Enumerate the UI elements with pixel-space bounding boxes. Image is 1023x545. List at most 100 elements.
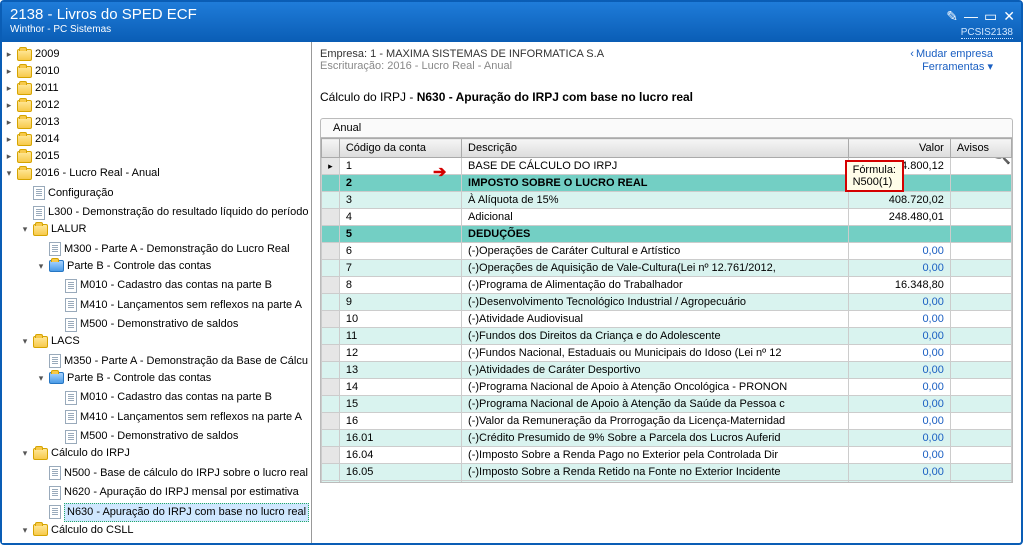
close-icon[interactable]: ✕ xyxy=(1003,8,1015,25)
cell-codigo[interactable]: 13 xyxy=(339,362,461,379)
cell-codigo[interactable]: 7 xyxy=(339,260,461,277)
cell-avisos[interactable] xyxy=(950,294,1011,311)
cell-desc[interactable]: IMPOSTO SOBRE O LUCRO REAL xyxy=(462,175,849,192)
cell-desc[interactable]: (-)Fundos Nacional, Estaduais ou Municip… xyxy=(462,345,849,362)
cell-desc[interactable]: Adicional xyxy=(462,209,849,226)
cell-avisos[interactable] xyxy=(950,396,1011,413)
cell-avisos[interactable] xyxy=(950,260,1011,277)
cell-valor[interactable]: 0,00 xyxy=(849,396,951,413)
cell-avisos[interactable] xyxy=(950,277,1011,294)
cell-desc[interactable]: DEDUÇÕES xyxy=(462,226,849,243)
tree-item[interactable]: M300 - Parte A - Demonstração do Lucro R… xyxy=(36,241,290,258)
cell-avisos[interactable] xyxy=(950,430,1011,447)
tree-item[interactable]: ▾Parte B - Controle das contas xyxy=(36,258,211,275)
tree-item[interactable]: ▸2015 xyxy=(4,148,59,165)
cell-avisos[interactable] xyxy=(950,362,1011,379)
cell-desc[interactable]: À Alíquota de 15% xyxy=(462,192,849,209)
cell-codigo[interactable]: 16 xyxy=(339,413,461,430)
cell-codigo[interactable]: 16.04 xyxy=(339,447,461,464)
cell-codigo[interactable]: 16.05 xyxy=(339,464,461,481)
tree-item[interactable]: N630 - Apuração do IRPJ com base no lucr… xyxy=(36,503,309,522)
maximize-icon[interactable]: ▭ xyxy=(984,8,997,25)
cell-valor[interactable]: 0,00 xyxy=(849,260,951,277)
cell-codigo[interactable]: 11 xyxy=(339,328,461,345)
cell-desc[interactable]: (-)Crédito Presumido de 9% Sobre a Parce… xyxy=(462,430,849,447)
cell-desc[interactable]: (-)Isenção e Redução do Imposto xyxy=(462,481,849,484)
tree-item[interactable]: N650 - Base de cálculo do CSLL – após co… xyxy=(36,541,312,543)
cell-avisos[interactable] xyxy=(950,481,1011,484)
col-valor[interactable]: Valor xyxy=(849,139,951,158)
cell-codigo[interactable]: 12 xyxy=(339,345,461,362)
cell-avisos[interactable] xyxy=(950,345,1011,362)
cell-codigo[interactable]: 8 xyxy=(339,277,461,294)
cell-avisos[interactable] xyxy=(950,226,1011,243)
cell-codigo[interactable]: 14 xyxy=(339,379,461,396)
cell-avisos[interactable] xyxy=(950,328,1011,345)
cell-codigo[interactable]: 16.01 xyxy=(339,430,461,447)
cell-avisos[interactable] xyxy=(950,209,1011,226)
tree-pane[interactable]: ▸2009▸2010▸2011▸2012▸2013▸2014▸2015▾2016… xyxy=(2,42,312,543)
cell-desc[interactable]: (-)Operações de Aquisição de Vale-Cultur… xyxy=(462,260,849,277)
cell-avisos[interactable] xyxy=(950,243,1011,260)
cell-codigo[interactable]: 5 xyxy=(339,226,461,243)
cell-codigo[interactable]: 3 xyxy=(339,192,461,209)
tree-item[interactable]: ▸2010 xyxy=(4,63,59,80)
tools-menu[interactable]: Ferramentas ▾ xyxy=(922,61,993,73)
cell-codigo[interactable]: 10 xyxy=(339,311,461,328)
cell-codigo[interactable]: 4 xyxy=(339,209,461,226)
cell-valor[interactable]: 0,00 xyxy=(849,430,951,447)
tree-item[interactable]: M500 - Demonstrativo de saldos xyxy=(52,428,238,445)
tree-item[interactable]: ▸2009 xyxy=(4,46,59,63)
cell-valor[interactable]: 0,00 xyxy=(849,362,951,379)
grid[interactable]: ➔ Fórmula:N500(1) Código da conta Descri… xyxy=(320,137,1013,483)
cell-valor[interactable]: 0,00 xyxy=(849,379,951,396)
cell-valor[interactable]: 0,00 xyxy=(849,311,951,328)
cell-desc[interactable]: (-)Valor da Remuneração da Prorrogação d… xyxy=(462,413,849,430)
pcsis-link[interactable]: PCSIS2138 xyxy=(961,27,1013,39)
tree-item[interactable]: ▸2011 xyxy=(4,80,59,97)
tree-item[interactable]: N500 - Base de cálculo do IRPJ sobre o l… xyxy=(36,465,308,482)
tree-item[interactable]: ▸2013 xyxy=(4,114,59,131)
tree-item[interactable]: M010 - Cadastro das contas na parte B xyxy=(52,389,272,406)
tree-item[interactable]: ▾LACS xyxy=(20,333,80,350)
cell-valor[interactable]: 0,00 xyxy=(849,345,951,362)
tree-item[interactable]: M410 - Lançamentos sem reflexos na parte… xyxy=(52,297,302,314)
tree-item[interactable]: ▸2012 xyxy=(4,97,59,114)
cell-desc[interactable]: (-)Programa Nacional de Apoio à Atenção … xyxy=(462,379,849,396)
cell-desc[interactable]: (-)Programa Nacional de Apoio à Atenção … xyxy=(462,396,849,413)
cell-avisos[interactable] xyxy=(950,447,1011,464)
tree-item[interactable]: ▾Cálculo do CSLL xyxy=(20,522,134,539)
cell-valor[interactable]: 248.480,01 xyxy=(849,209,951,226)
cell-valor[interactable]: 0,00 xyxy=(849,328,951,345)
cell-desc[interactable]: (-)Atividade Audiovisual xyxy=(462,311,849,328)
cell-desc[interactable]: (-)Imposto Sobre a Renda Pago no Exterio… xyxy=(462,447,849,464)
cell-valor[interactable] xyxy=(849,226,951,243)
cell-valor[interactable]: 0,00 xyxy=(849,294,951,311)
tree-item[interactable]: M410 - Lançamentos sem reflexos na parte… xyxy=(52,409,302,426)
tree-item[interactable]: ▾LALUR xyxy=(20,221,86,238)
minimize-icon[interactable]: — xyxy=(964,8,978,25)
col-avisos[interactable]: Avisos xyxy=(950,139,1011,158)
cell-avisos[interactable] xyxy=(950,175,1011,192)
cell-valor[interactable]: 0,00 xyxy=(849,447,951,464)
change-company-link[interactable]: ‹Mudar empresa xyxy=(910,48,993,60)
tree-item[interactable]: M350 - Parte A - Demonstração da Base de… xyxy=(36,353,308,370)
cell-desc[interactable]: (-)Atividades de Caráter Desportivo xyxy=(462,362,849,379)
tree-item[interactable]: ▾Parte B - Controle das contas xyxy=(36,370,211,387)
cell-codigo[interactable]: 15 xyxy=(339,396,461,413)
cell-desc[interactable]: (-)Operações de Caráter Cultural e Artís… xyxy=(462,243,849,260)
cell-avisos[interactable] xyxy=(950,311,1011,328)
cell-valor[interactable]: 0,00 xyxy=(849,243,951,260)
tree-item[interactable]: M010 - Cadastro das contas na parte B xyxy=(52,277,272,294)
cell-valor[interactable]: 408.720,02 xyxy=(849,192,951,209)
cell-desc[interactable]: (-)Desenvolvimento Tecnológico Industria… xyxy=(462,294,849,311)
tree-item[interactable]: ▾Cálculo do IRPJ xyxy=(20,445,130,462)
tab-anual[interactable]: Anual xyxy=(320,118,1013,137)
tree-item[interactable]: ▾2016 - Lucro Real - Anual xyxy=(4,165,160,182)
tree-item[interactable]: L300 - Demonstração do resultado líquido… xyxy=(20,204,309,221)
tree-item[interactable]: Configuração xyxy=(20,185,113,202)
cell-desc[interactable]: BASE DE CÁLCULO DO IRPJ xyxy=(462,158,849,175)
edit-icon[interactable]: ✎ xyxy=(946,8,958,25)
tree-item[interactable]: ▸2014 xyxy=(4,131,59,148)
tree-item[interactable]: N620 - Apuração do IRPJ mensal por estim… xyxy=(36,484,299,501)
